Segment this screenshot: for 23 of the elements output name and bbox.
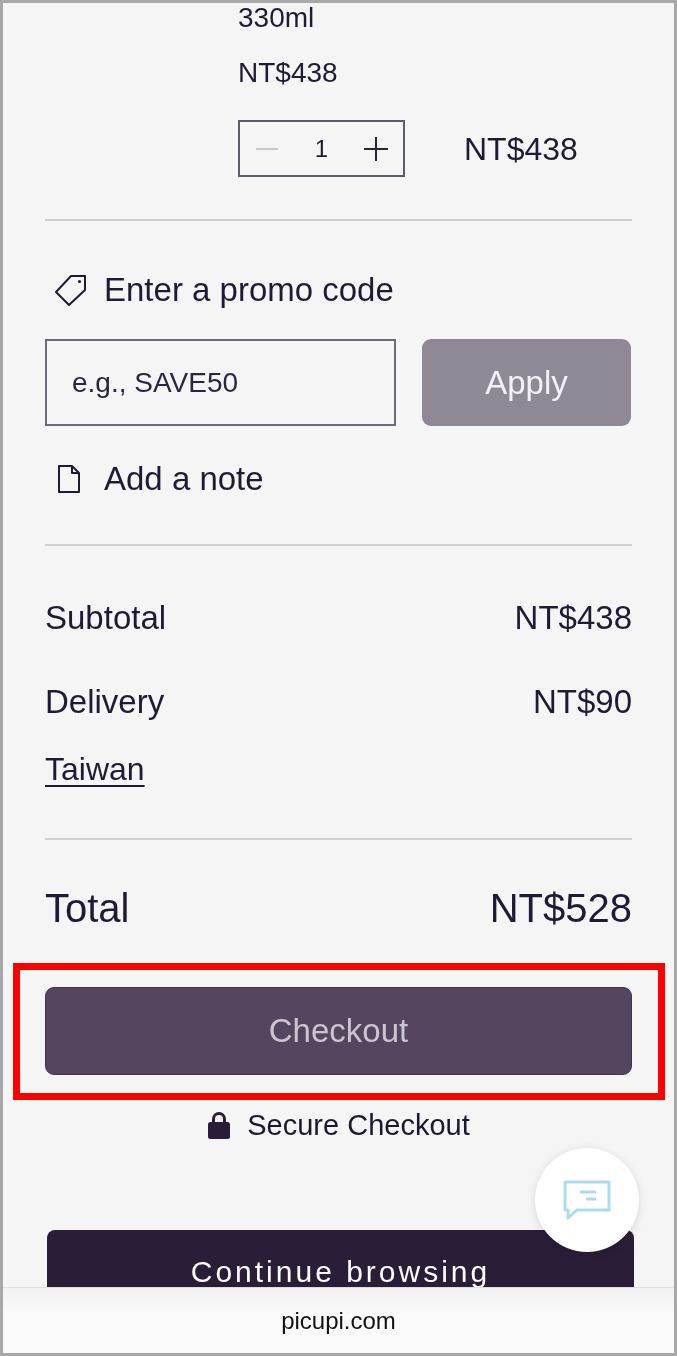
add-note-link[interactable]: Add a note bbox=[104, 461, 264, 497]
unit-price: NT$438 bbox=[238, 58, 338, 88]
total-value: NT$528 bbox=[489, 885, 632, 931]
summary-label: Delivery bbox=[45, 684, 165, 720]
plus-icon bbox=[364, 136, 388, 161]
address-text[interactable]: picupi.com bbox=[281, 1306, 396, 1335]
summary-value: NT$90 bbox=[532, 684, 632, 720]
chat-icon bbox=[563, 1180, 611, 1220]
line-total: NT$438 bbox=[464, 130, 578, 167]
secure-checkout-label: Secure Checkout bbox=[247, 1109, 470, 1141]
tag-icon bbox=[53, 274, 87, 306]
quantity-stepper[interactable]: 1 bbox=[238, 120, 405, 177]
delivery-region-link[interactable]: Taiwan bbox=[45, 751, 145, 787]
document-icon bbox=[57, 464, 81, 494]
summary-label: Subtotal bbox=[45, 600, 167, 636]
product-size: 330ml bbox=[238, 3, 315, 33]
summary-value: NT$438 bbox=[514, 600, 632, 636]
promo-code-field[interactable]: e.g., SAVE50 bbox=[45, 339, 396, 426]
checkout-button[interactable]: Checkout bbox=[45, 987, 632, 1075]
promo-code-link[interactable]: Enter a promo code bbox=[104, 272, 394, 308]
total-label: Total bbox=[45, 885, 130, 931]
quantity-field[interactable]: 1 bbox=[314, 134, 329, 163]
lock-icon bbox=[207, 1111, 232, 1139]
